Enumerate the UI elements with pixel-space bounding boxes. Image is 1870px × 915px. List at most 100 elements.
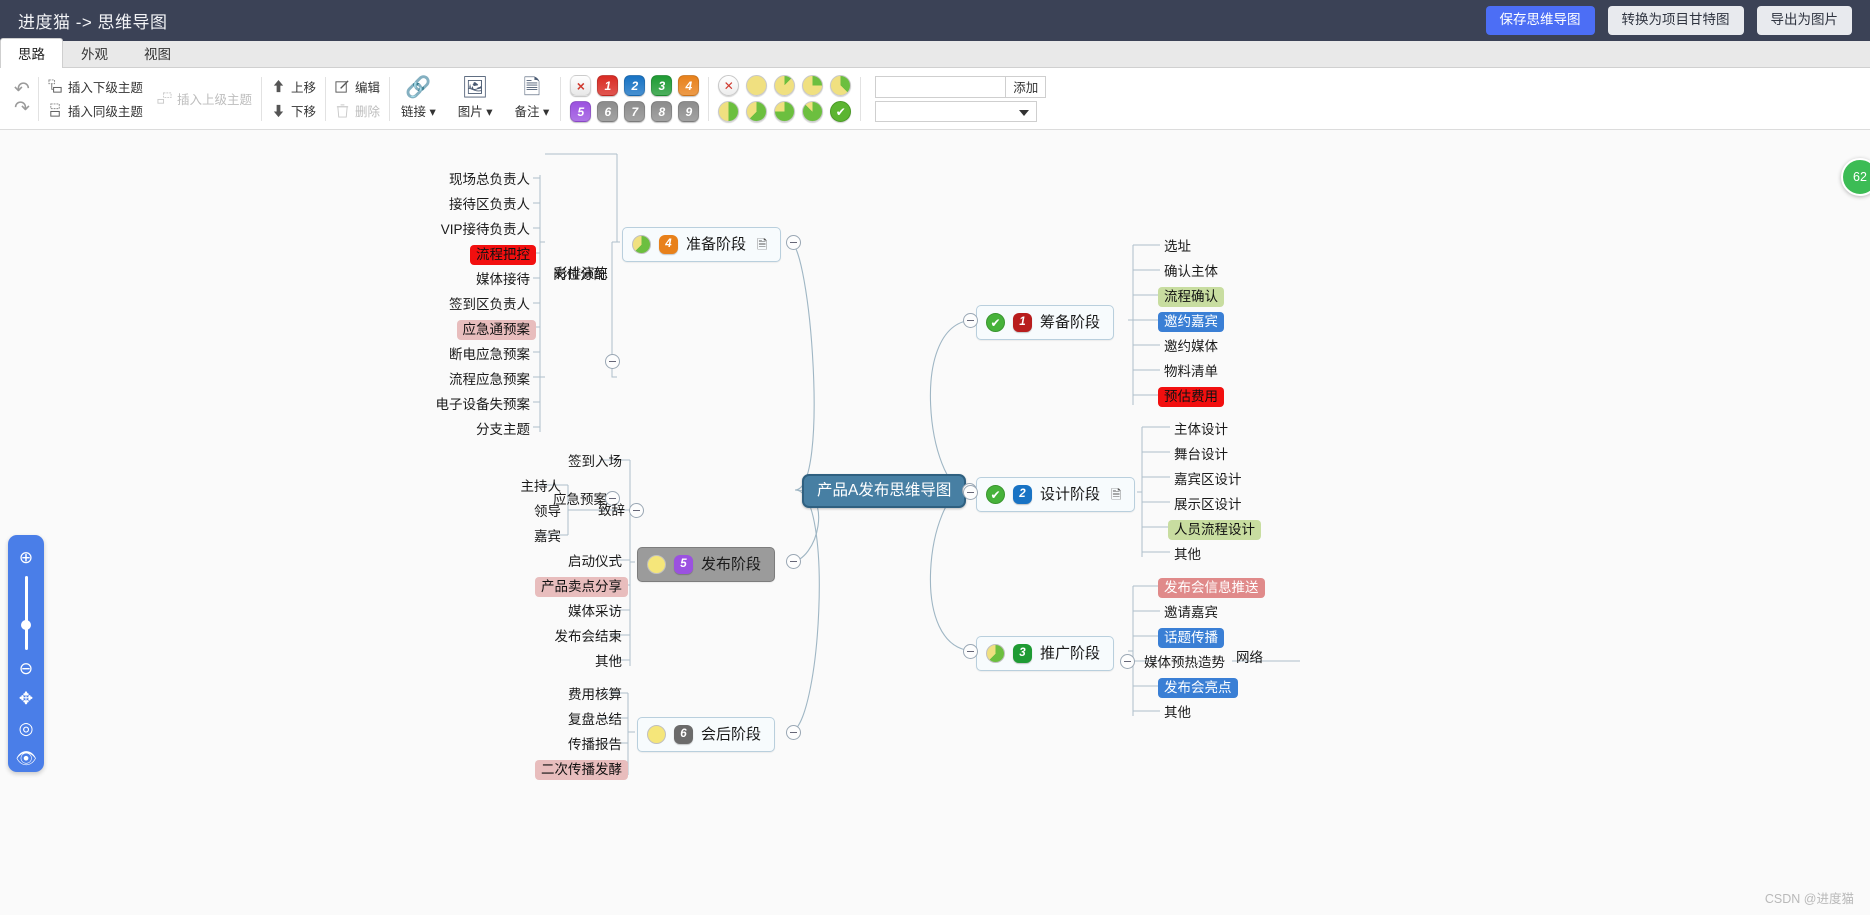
progress-pie-0[interactable] xyxy=(647,725,666,744)
sub-node-release-1[interactable]: 签到入场 xyxy=(562,452,628,472)
priority-6-chip[interactable]: 6 xyxy=(597,101,619,122)
collapse-toggle-promotion[interactable] xyxy=(963,644,978,659)
sub-node-planning-3[interactable]: 流程确认 xyxy=(1158,287,1224,307)
progress-87-pie[interactable] xyxy=(802,101,824,122)
sub-node-post-meeting-2[interactable]: 复盘总结 xyxy=(562,710,628,730)
priority-chip[interactable]: 3 xyxy=(1013,644,1032,663)
priority-7-chip[interactable]: 7 xyxy=(624,101,646,122)
sub-node-post-5[interactable]: 媒体接待 xyxy=(470,270,536,290)
sub-node-release-3[interactable]: 产品卖点分享 xyxy=(535,577,628,597)
add-tag-button[interactable]: 添加 xyxy=(1005,75,1047,98)
collapse-toggle-release[interactable] xyxy=(786,554,801,569)
progress-pie-62[interactable] xyxy=(986,644,1005,663)
sub-node-emergency-2[interactable]: 断电应急预案 xyxy=(443,345,536,365)
sub-node-design-6[interactable]: 其他 xyxy=(1168,545,1207,565)
edit-button[interactable]: 编辑 xyxy=(335,77,380,96)
insert-child-topic-button[interactable]: 插入下级主题 xyxy=(48,77,143,96)
save-mindmap-button[interactable]: 保存思维导图 xyxy=(1485,6,1595,35)
sub-node-planning-6[interactable]: 物料清单 xyxy=(1158,362,1224,382)
tab-ideas[interactable]: 思路 xyxy=(0,38,63,68)
priority-4-chip[interactable]: 4 xyxy=(678,75,700,96)
priority-chip[interactable]: 2 xyxy=(1013,485,1032,504)
export-image-button[interactable]: 导出为图片 xyxy=(1756,6,1852,35)
convert-to-gantt-button[interactable]: 转换为项目甘特图 xyxy=(1607,6,1744,35)
progress-37-pie[interactable] xyxy=(830,75,852,96)
zoom-in-icon[interactable]: ⊕ xyxy=(19,549,33,566)
progress-100-pie[interactable] xyxy=(830,101,852,122)
sub-node-promo-6[interactable]: 其他 xyxy=(1158,703,1197,723)
delete-button[interactable]: 删除 xyxy=(335,101,380,120)
eye-icon[interactable]: 👁 xyxy=(15,750,37,767)
progress-12-pie[interactable] xyxy=(774,75,796,96)
sub-node-design-1[interactable]: 主体设计 xyxy=(1168,420,1234,440)
priority-chip[interactable]: 1 xyxy=(1013,313,1032,332)
progress-pie-100[interactable] xyxy=(986,313,1005,332)
sub-node-emergency-5[interactable]: 分支主题 xyxy=(470,420,536,440)
root-node[interactable]: 产品A发布思维导图 xyxy=(802,474,967,508)
sub-node-design-5[interactable]: 人员流程设计 xyxy=(1168,520,1261,540)
link-button[interactable]: 🔗 链接 ▾ xyxy=(390,77,447,120)
phase-node-planning[interactable]: 1 筹备阶段 xyxy=(976,305,1115,340)
sub-node-post-meeting-3[interactable]: 传播报告 xyxy=(562,735,628,755)
image-button[interactable]: 🖼 图片 ▾ xyxy=(447,77,504,120)
sub-node-speech[interactable]: 致辞 xyxy=(592,501,631,521)
progress-pie-0[interactable] xyxy=(647,555,666,574)
sub-node-design-3[interactable]: 嘉宾区设计 xyxy=(1168,470,1248,490)
sub-node-rehearsal[interactable]: 彩排演练 xyxy=(548,264,614,284)
priority-2-chip[interactable]: 2 xyxy=(624,75,646,96)
sub-node-emergency-4[interactable]: 电子设备失预案 xyxy=(430,395,537,415)
priority-chip[interactable]: 6 xyxy=(674,725,693,744)
phase-node-post-meeting[interactable]: 6 会后阶段 xyxy=(637,717,776,752)
sub-node-release-6[interactable]: 其他 xyxy=(589,652,628,672)
sub-node-post-meeting-1[interactable]: 费用核算 xyxy=(562,685,628,705)
sub-node-planning-1[interactable]: 选址 xyxy=(1158,237,1197,257)
sub-node-speech-1[interactable]: 主持人 xyxy=(515,477,568,497)
priority-9-chip[interactable]: 9 xyxy=(678,101,700,122)
progress-62-pie[interactable] xyxy=(746,101,768,122)
sub-node-speech-3[interactable]: 嘉宾 xyxy=(528,527,567,547)
progress-bubble[interactable]: 62 xyxy=(1841,158,1870,196)
priority-chip[interactable]: 4 xyxy=(659,235,678,254)
note-indicator-icon[interactable]: 🗎 xyxy=(757,238,767,251)
priority-1-chip[interactable]: 1 xyxy=(597,75,619,96)
phase-node-design[interactable]: 2 设计阶段 🗎 xyxy=(976,477,1136,512)
undo-icon[interactable]: ↶ xyxy=(14,80,30,99)
progress-pie-62[interactable] xyxy=(632,235,651,254)
sub-node-promo-1[interactable]: 发布会信息推送 xyxy=(1158,578,1265,598)
progress-0-pie[interactable] xyxy=(746,75,768,96)
sub-node-planning-5[interactable]: 邀约媒体 xyxy=(1158,337,1224,357)
priority-3-chip[interactable]: 3 xyxy=(651,75,673,96)
center-icon[interactable]: ◎ xyxy=(19,720,34,737)
collapse-toggle-speech[interactable] xyxy=(629,503,644,518)
sub-node-network[interactable]: 网络 xyxy=(1230,648,1269,668)
collapse-toggle-post-allocation[interactable] xyxy=(605,354,620,369)
tab-view[interactable]: 视图 xyxy=(126,38,189,68)
sub-node-post-3[interactable]: VIP接待负责人 xyxy=(435,220,536,240)
collapse-toggle-planning[interactable] xyxy=(963,313,978,328)
tab-appearance[interactable]: 外观 xyxy=(63,38,126,68)
sub-node-planning-4[interactable]: 邀约嘉宾 xyxy=(1158,312,1224,332)
zoom-out-icon[interactable]: ⊖ xyxy=(19,660,33,677)
sub-node-design-4[interactable]: 展示区设计 xyxy=(1168,495,1248,515)
progress-50-pie[interactable] xyxy=(718,101,740,122)
priority-none-chip[interactable]: × xyxy=(570,75,592,96)
sub-node-emergency-1[interactable]: 应急通预案 xyxy=(456,320,536,340)
zoom-slider[interactable] xyxy=(21,576,31,650)
tag-select-dropdown[interactable] xyxy=(875,100,1038,122)
priority-5-chip[interactable]: 5 xyxy=(570,101,592,122)
phase-node-preparation[interactable]: 4 准备阶段 🗎 xyxy=(622,227,782,262)
sub-node-release-4[interactable]: 媒体采访 xyxy=(562,602,628,622)
sub-node-release-5[interactable]: 发布会结束 xyxy=(549,627,629,647)
progress-none-pie[interactable] xyxy=(718,75,740,96)
move-icon[interactable]: ✥ xyxy=(19,690,33,707)
sub-node-post-2[interactable]: 接待区负责人 xyxy=(443,195,536,215)
priority-8-chip[interactable]: 8 xyxy=(651,101,673,122)
phase-node-promotion[interactable]: 3 推广阶段 xyxy=(976,636,1115,671)
move-up-button[interactable]: 上移 xyxy=(271,77,316,96)
sub-node-planning-2[interactable]: 确认主体 xyxy=(1158,262,1224,282)
sub-node-post-6[interactable]: 签到区负责人 xyxy=(443,295,536,315)
sub-node-post-meeting-4[interactable]: 二次传播发酵 xyxy=(535,760,628,780)
progress-25-pie[interactable] xyxy=(802,75,824,96)
tag-input[interactable] xyxy=(875,75,1006,98)
note-button[interactable]: 🗎 备注 ▾ xyxy=(504,77,561,120)
